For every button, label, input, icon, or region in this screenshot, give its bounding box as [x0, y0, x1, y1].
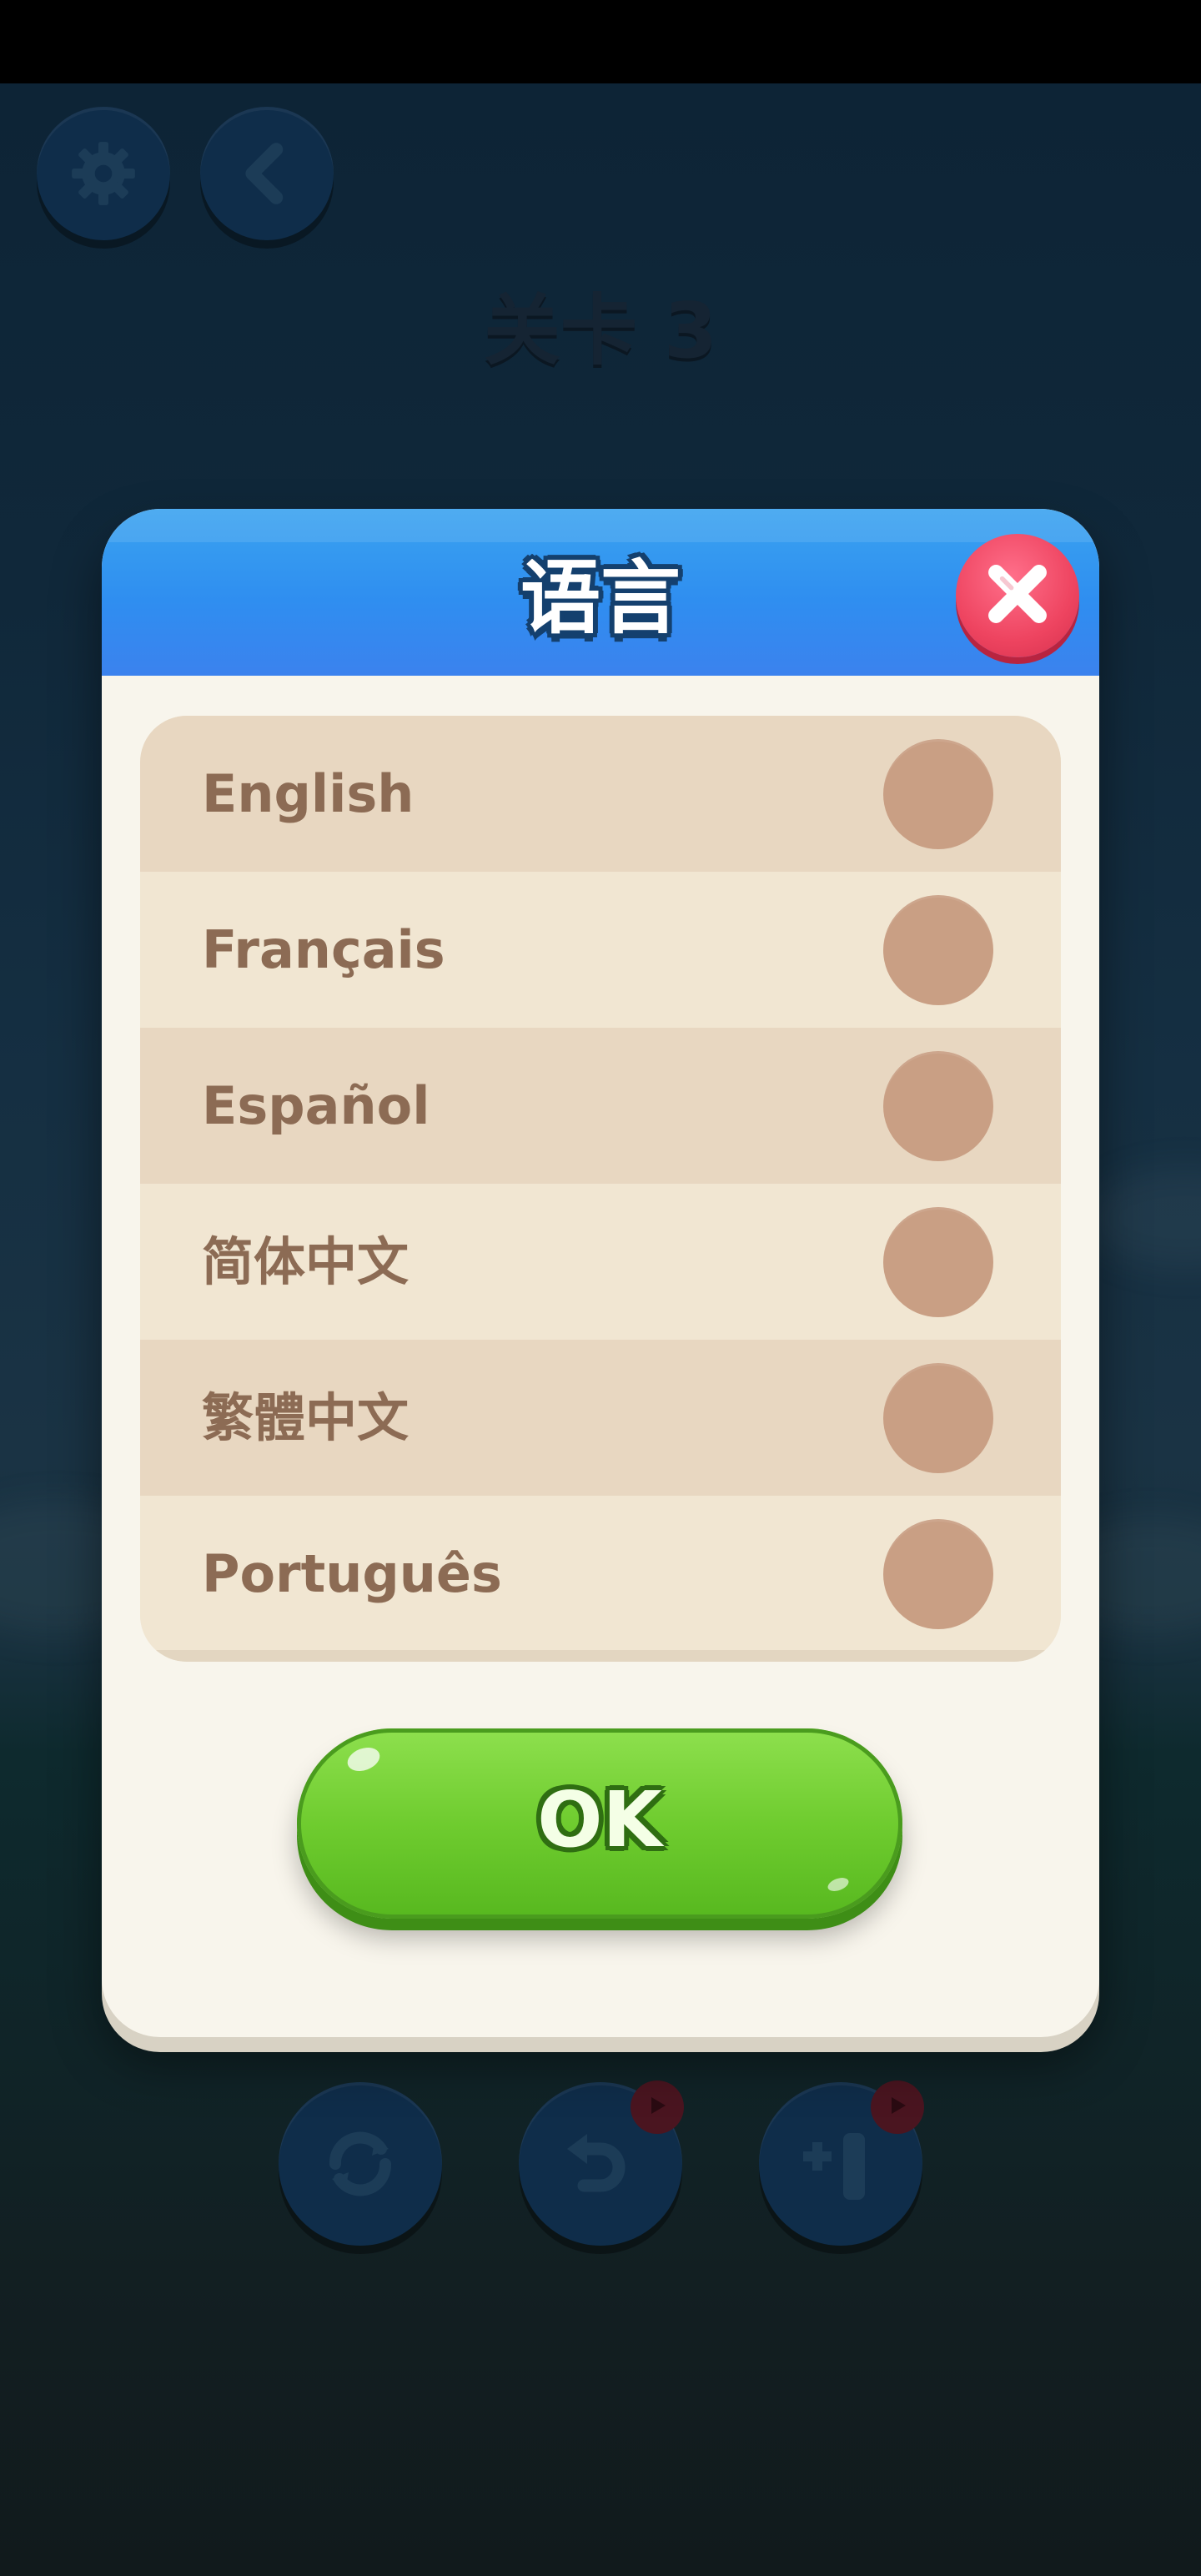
- refresh-icon: [319, 2122, 402, 2206]
- language-option-spanish[interactable]: Español: [140, 1028, 1061, 1184]
- add-tube-icon: [795, 2118, 887, 2210]
- dialog-title: 语言: [520, 551, 681, 645]
- close-button[interactable]: [956, 534, 1079, 657]
- ok-button-label: OK: [537, 1775, 662, 1864]
- ok-button[interactable]: OK: [297, 1728, 902, 1919]
- language-label: Français: [202, 919, 445, 980]
- settings-button[interactable]: [37, 107, 170, 240]
- game-screen: 关卡 3 语言 English Français Español 简体中文 繁體…: [0, 0, 1201, 2576]
- language-radio[interactable]: [883, 1207, 993, 1317]
- language-radio[interactable]: [883, 895, 993, 1005]
- level-title: 关卡 3: [483, 286, 718, 375]
- list-bottom-edge: [140, 1650, 1061, 1662]
- language-option-traditional-chinese[interactable]: 繁體中文: [140, 1340, 1061, 1496]
- dialog-header: 语言: [102, 509, 1099, 676]
- language-label: Português: [202, 1543, 502, 1604]
- language-radio[interactable]: [883, 739, 993, 849]
- language-option-french[interactable]: Français: [140, 872, 1061, 1028]
- language-label: 繁體中文: [202, 1387, 410, 1448]
- undo-video-badge: [631, 2080, 684, 2134]
- language-label: Español: [202, 1075, 430, 1136]
- language-radio[interactable]: [883, 1363, 993, 1473]
- language-option-simplified-chinese[interactable]: 简体中文: [140, 1184, 1061, 1340]
- play-video-icon: [885, 2093, 910, 2121]
- gear-icon: [68, 138, 139, 209]
- play-video-icon: [645, 2093, 670, 2121]
- language-label: English: [202, 763, 415, 824]
- language-radio[interactable]: [883, 1051, 993, 1161]
- undo-icon: [559, 2122, 642, 2206]
- language-option-portuguese[interactable]: Português: [140, 1496, 1061, 1652]
- status-bar: [0, 0, 1201, 83]
- language-list: English Français Español 简体中文 繁體中文 Portu…: [140, 716, 1061, 1662]
- language-option-english[interactable]: English: [140, 716, 1061, 872]
- restart-button[interactable]: [279, 2082, 442, 2246]
- close-icon: [979, 556, 1056, 636]
- add-tube-video-badge: [871, 2080, 924, 2134]
- back-arrow-icon: [234, 140, 300, 207]
- language-label: 简体中文: [202, 1231, 410, 1292]
- language-radio[interactable]: [883, 1519, 993, 1629]
- back-button[interactable]: [200, 107, 334, 240]
